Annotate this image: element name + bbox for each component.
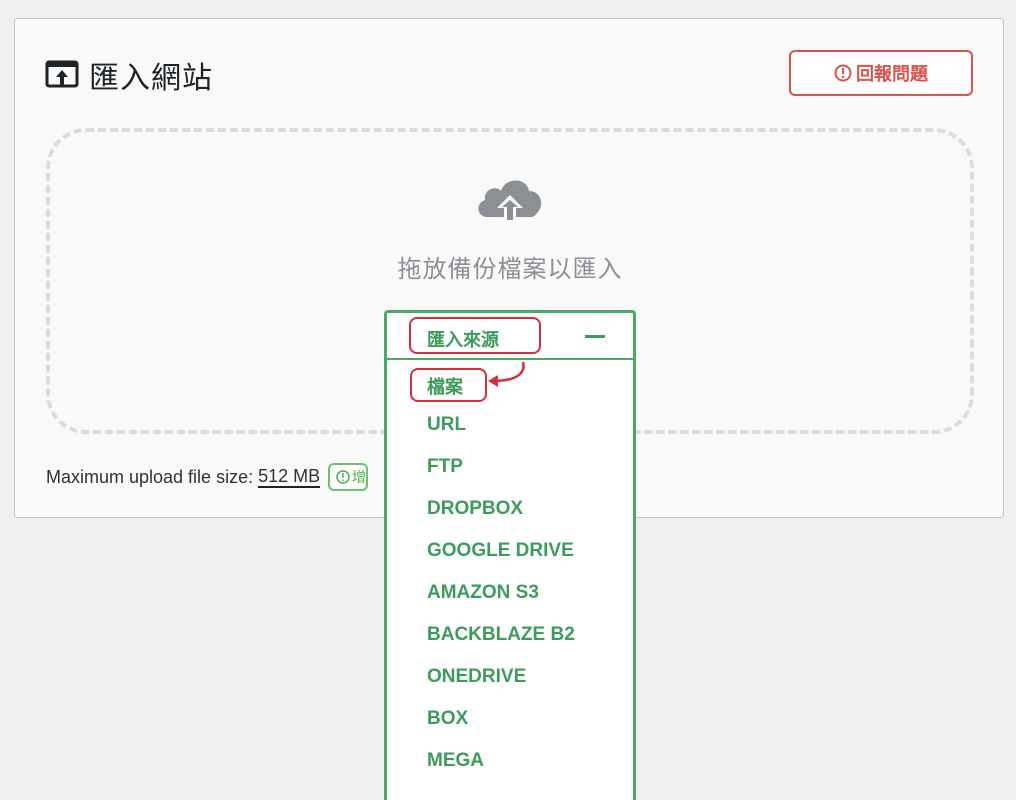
import-source-google-drive[interactable]: GOOGLE DRIVE [427,540,574,562]
info-circle-icon [336,470,350,484]
import-source-file[interactable]: 檔案 [427,373,463,399]
import-source-toggle[interactable]: 匯入來源 [387,313,633,360]
alert-circle-icon [834,64,852,82]
import-source-amazon-s3[interactable]: AMAZON S3 [427,582,539,604]
max-upload-value[interactable]: 512 MB [258,466,321,488]
import-source-mega[interactable]: MEGA [427,750,484,772]
import-source-url[interactable]: URL [427,414,466,436]
drop-instructions: 拖放備份檔案以匯入 [397,255,623,283]
max-upload-info: Maximum upload file size: 512 MB 增加 [46,463,369,491]
increase-size-button[interactable]: 增加 [328,463,369,491]
import-source-label: 匯入來源 [427,330,499,351]
page-header: 匯入網站 [45,53,213,97]
import-site-icon [45,60,79,88]
import-source-backblaze-b2[interactable]: BACKBLAZE B2 [427,624,575,646]
increase-size-label: 增加 [352,469,367,485]
max-upload-label: Maximum upload file size: [46,466,254,487]
import-source-ftp[interactable]: FTP [427,456,463,478]
import-source-box[interactable]: BOX [427,708,468,730]
cloud-upload-icon [478,180,542,223]
import-source-dropbox[interactable]: DROPBOX [427,498,523,520]
collapse-minus-icon[interactable] [585,335,605,338]
import-source-onedrive[interactable]: ONEDRIVE [427,666,526,688]
page-title: 匯入網站 [89,61,213,96]
report-problem-button[interactable]: 回報問題 [789,50,973,96]
report-problem-label: 回報問題 [856,64,928,85]
import-source-dropdown[interactable]: 匯入來源 檔案 URL FTP DROPBOX GOOGLE DRIVE AMA… [384,310,636,800]
